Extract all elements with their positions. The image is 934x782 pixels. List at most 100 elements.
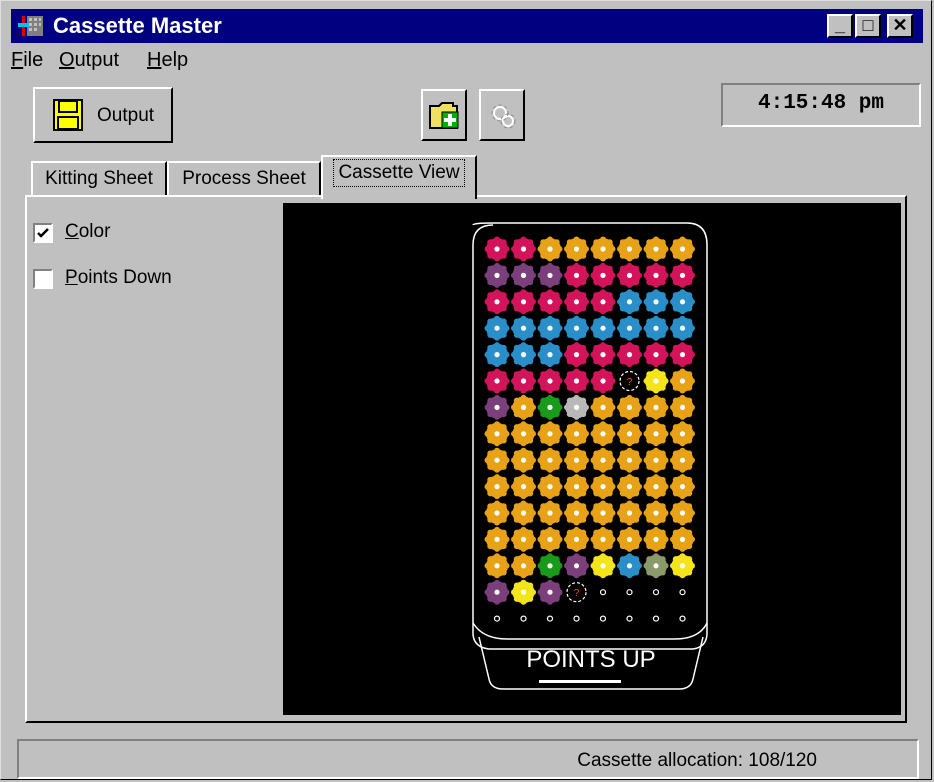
cassette-well[interactable] — [643, 526, 669, 552]
cassette-well[interactable] — [564, 236, 589, 262]
menu-output[interactable]: Output — [59, 49, 119, 72]
cassette-well[interactable] — [652, 615, 660, 622]
cassette-well[interactable] — [670, 394, 695, 420]
cassette-well[interactable] — [643, 421, 669, 447]
cassette-well[interactable] — [484, 315, 510, 341]
cassette-well[interactable] — [520, 615, 527, 622]
cassette-well[interactable] — [564, 289, 589, 315]
cassette-well[interactable] — [511, 262, 536, 288]
cassette-well[interactable] — [670, 421, 695, 447]
cassette-well[interactable] — [564, 342, 589, 368]
cassette-well[interactable] — [484, 447, 510, 473]
cassette-well[interactable] — [484, 342, 510, 368]
minimize-button[interactable]: _ — [827, 14, 853, 38]
cassette-well[interactable] — [643, 368, 669, 394]
close-button[interactable]: ✕ — [887, 14, 913, 38]
cassette-well[interactable] — [617, 262, 642, 288]
menu-help[interactable]: Help — [147, 49, 188, 72]
cassette-well[interactable] — [617, 500, 642, 526]
cassette-well[interactable] — [537, 368, 563, 394]
cassette-well[interactable] — [599, 615, 607, 622]
cassette-well[interactable] — [617, 447, 642, 473]
cassette-well[interactable] — [626, 589, 633, 596]
color-checkbox[interactable] — [33, 223, 53, 243]
cassette-well[interactable] — [643, 289, 669, 315]
cassette-well[interactable] — [670, 315, 695, 341]
cassette-well[interactable] — [564, 474, 589, 500]
cassette-well[interactable] — [564, 553, 589, 579]
cassette-well[interactable] — [511, 421, 536, 447]
cassette-well[interactable] — [546, 615, 554, 622]
tab-cassette-view[interactable]: Cassette View — [321, 155, 477, 199]
cassette-well[interactable] — [537, 421, 563, 447]
tab-process-sheet[interactable]: Process Sheet — [167, 161, 321, 197]
cassette-well[interactable] — [590, 236, 616, 262]
cassette-well[interactable] — [617, 526, 642, 552]
cassette-well[interactable] — [670, 368, 695, 394]
cassette-well[interactable] — [564, 421, 589, 447]
cassette-well[interactable] — [643, 236, 669, 262]
menu-file[interactable]: File — [11, 49, 43, 72]
points-down-checkbox[interactable] — [33, 269, 53, 289]
cassette-well[interactable] — [484, 553, 510, 579]
tab-kitting-sheet[interactable]: Kitting Sheet — [31, 161, 167, 197]
cassette-well[interactable] — [643, 500, 669, 526]
cassette-well[interactable] — [511, 394, 536, 420]
output-button[interactable]: Output — [33, 87, 173, 143]
cassette-well[interactable] — [617, 236, 642, 262]
cassette-well[interactable] — [590, 421, 616, 447]
cassette-well[interactable]: ? — [619, 370, 640, 392]
cassette-well[interactable] — [564, 500, 589, 526]
cassette-well[interactable] — [590, 553, 616, 579]
cassette-well[interactable] — [537, 553, 563, 579]
cassette-well[interactable] — [643, 447, 669, 473]
cassette-well[interactable] — [564, 447, 589, 473]
new-folder-button[interactable] — [421, 89, 467, 141]
cassette-well[interactable] — [537, 236, 563, 262]
cassette-well[interactable] — [564, 315, 589, 341]
cassette-well[interactable] — [590, 474, 616, 500]
cassette-well[interactable] — [617, 421, 642, 447]
maximize-button[interactable]: □ — [855, 14, 881, 38]
cassette-well[interactable] — [590, 342, 616, 368]
cassette-well[interactable] — [537, 262, 563, 288]
cassette-well[interactable] — [643, 394, 669, 420]
cassette-well[interactable] — [643, 342, 669, 368]
cassette-well[interactable] — [679, 615, 686, 622]
cassette-well[interactable] — [537, 500, 563, 526]
cassette-well[interactable]: ? — [566, 582, 587, 603]
cassette-well[interactable] — [670, 553, 695, 579]
cassette-well[interactable] — [484, 289, 510, 315]
cassette-well[interactable] — [670, 526, 695, 552]
cassette-well[interactable] — [643, 553, 669, 579]
cassette-well[interactable] — [511, 368, 536, 394]
cassette-well[interactable] — [484, 394, 510, 420]
cassette-well[interactable] — [484, 579, 510, 605]
cassette-well[interactable] — [511, 289, 536, 315]
cassette-well[interactable] — [643, 474, 669, 500]
cassette-well[interactable] — [564, 394, 589, 420]
cassette-well[interactable] — [643, 262, 669, 288]
cassette-well[interactable] — [537, 394, 563, 420]
cassette-well[interactable] — [617, 394, 642, 420]
cassette-well[interactable] — [537, 526, 563, 552]
cassette-well[interactable] — [493, 615, 501, 622]
cassette-well[interactable] — [537, 342, 563, 368]
cassette-well[interactable] — [670, 342, 695, 368]
cassette-well[interactable] — [537, 447, 563, 473]
cassette-well[interactable] — [511, 500, 536, 526]
cassette-well[interactable] — [590, 500, 616, 526]
cassette-well[interactable] — [484, 421, 510, 447]
cassette-well[interactable] — [617, 553, 642, 579]
cassette-well[interactable] — [670, 236, 695, 262]
cassette-well[interactable] — [484, 262, 510, 288]
cassette-well[interactable] — [564, 262, 589, 288]
cassette-well[interactable] — [590, 526, 616, 552]
settings-button[interactable] — [479, 89, 525, 141]
cassette-well[interactable] — [590, 368, 616, 394]
cassette-well[interactable] — [564, 368, 589, 394]
cassette-well[interactable] — [652, 589, 660, 596]
cassette-well[interactable] — [537, 315, 563, 341]
cassette-well[interactable] — [484, 474, 510, 500]
cassette-well[interactable] — [670, 289, 695, 315]
